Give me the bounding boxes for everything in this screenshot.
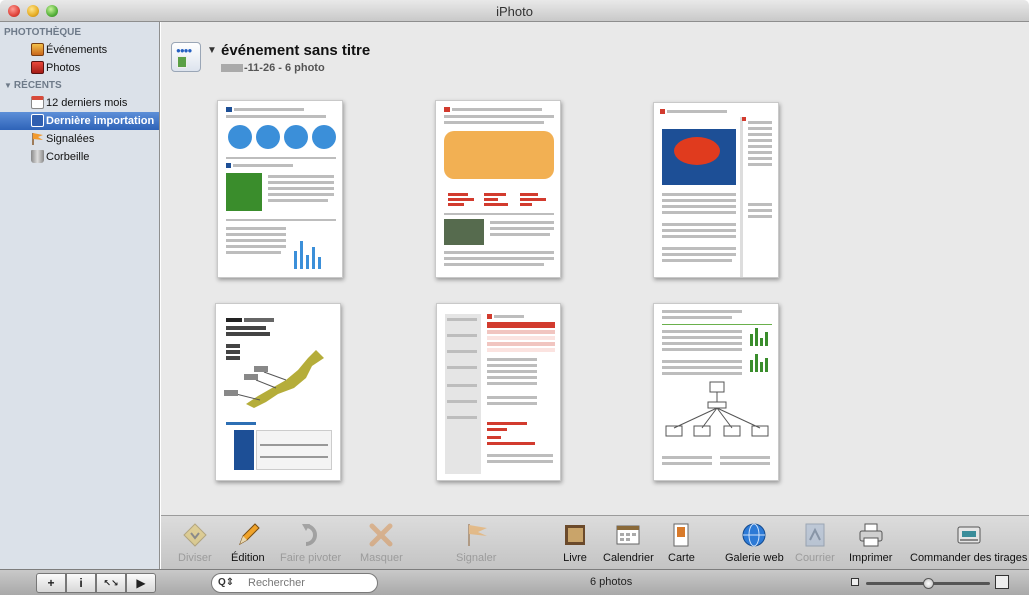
event-header: ●●●● ▼ événement sans titre -11-26 - 6 p… — [161, 22, 1029, 74]
toolbar-label: Masquer — [360, 552, 403, 564]
calendar-button[interactable]: Calendrier — [603, 522, 654, 564]
toolbar-label: Imprimer — [849, 552, 893, 564]
book-button[interactable]: Livre — [562, 522, 588, 564]
print-button[interactable]: Imprimer — [849, 522, 892, 564]
hide-x-icon — [368, 522, 394, 548]
events-icon — [31, 43, 44, 56]
order-prints-button[interactable]: Commander des tirages — [910, 522, 1027, 564]
photo-thumbnail[interactable] — [215, 303, 341, 481]
large-thumbnail-icon[interactable] — [995, 575, 1009, 589]
library-header: PHOTOTHÈQUE — [4, 27, 82, 38]
photo-count: 6 photos — [590, 576, 633, 588]
photo-thumbnail[interactable] — [653, 102, 779, 278]
import-icon — [31, 114, 44, 127]
edit-button[interactable]: Édition — [231, 522, 265, 564]
info-button[interactable]: i — [66, 573, 96, 593]
source-list: PHOTOTHÈQUE Événements Photos ▼ RÉCENTS 1… — [0, 22, 160, 569]
toolbar-label: Courrier — [795, 552, 835, 564]
trash-icon — [31, 150, 44, 163]
sidebar-item-label: Dernière importation — [46, 115, 155, 127]
zoom-slider[interactable] — [866, 578, 990, 589]
sidebar-item-label: Photos — [46, 62, 81, 74]
event-key-photo-icon[interactable]: ●●●● — [171, 42, 201, 72]
printer-icon — [858, 522, 884, 548]
split-icon — [182, 522, 208, 548]
small-thumbnail-icon[interactable] — [851, 578, 859, 586]
flag-icon — [463, 522, 489, 548]
photo-thumbnail[interactable] — [217, 100, 343, 278]
zoom-slider-knob[interactable] — [923, 578, 934, 589]
mail-icon — [802, 522, 828, 548]
hide-button[interactable]: Masquer — [360, 522, 403, 564]
bottom-toolbar: Diviser Édition Faire pivoter Masquer Si… — [161, 515, 1029, 569]
recents-header[interactable]: ▼ RÉCENTS — [0, 77, 159, 94]
toolbar-label: Commander des tirages — [910, 552, 1028, 564]
flag-button[interactable]: Signaler — [456, 522, 496, 564]
sidebar-item-label: Signalées — [46, 133, 95, 145]
book-icon — [562, 522, 588, 548]
order-prints-icon — [956, 522, 982, 548]
disclosure-triangle-icon[interactable]: ▼ — [4, 77, 12, 94]
event-date-count: -11-26 - 6 photo — [244, 62, 325, 74]
search-input[interactable] — [248, 576, 370, 590]
title-bar: iPhoto — [0, 0, 1029, 22]
sidebar-item-photos[interactable]: Photos — [0, 59, 159, 77]
add-button[interactable]: + — [36, 573, 66, 593]
sidebar-item-label: Événements — [46, 44, 108, 56]
toolbar-label: Diviser — [178, 552, 212, 564]
photo-thumbnail[interactable] — [436, 303, 561, 481]
event-subtitle: -11-26 - 6 photo — [221, 62, 325, 74]
sidebar-item-label: Corbeille — [46, 151, 90, 163]
toolbar-label: Livre — [563, 552, 587, 564]
slideshow-button[interactable]: ▶ — [126, 573, 156, 593]
card-button[interactable]: Carte — [668, 522, 695, 564]
flag-icon — [31, 132, 44, 145]
rotate-button[interactable]: Faire pivoter — [280, 522, 341, 564]
card-icon — [668, 522, 694, 548]
photo-browser: ●●●● ▼ événement sans titre -11-26 - 6 p… — [161, 22, 1029, 515]
split-button[interactable]: Diviser — [178, 522, 212, 564]
event-disclosure-triangle-icon[interactable]: ▼ — [207, 45, 217, 56]
rotate-icon — [298, 522, 324, 548]
toolbar-label: Faire pivoter — [280, 552, 342, 564]
sidebar-item-events[interactable]: Événements — [0, 41, 159, 59]
globe-icon — [741, 522, 767, 548]
calendar-icon — [615, 522, 641, 548]
fullscreen-button[interactable]: ↖↘ — [96, 573, 126, 593]
photo-thumbnail[interactable] — [435, 100, 561, 278]
web-gallery-button[interactable]: Galerie web — [725, 522, 784, 564]
mail-button[interactable]: Courrier — [795, 522, 835, 564]
redacted-date — [221, 64, 243, 73]
sidebar-item-flagged[interactable]: Signalées — [0, 130, 159, 148]
search-field[interactable]: Q⇕ — [211, 573, 378, 593]
recents-header-label: RÉCENTS — [13, 80, 62, 91]
window-title: iPhoto — [496, 4, 533, 19]
sidebar-item-trash[interactable]: Corbeille — [0, 148, 159, 166]
photo-thumbnail[interactable] — [653, 303, 779, 481]
toolbar-label: Calendrier — [603, 552, 654, 564]
sidebar-item-label: 12 derniers mois — [46, 97, 128, 109]
toolbar-label: Carte — [668, 552, 695, 564]
toolbar-label: Signaler — [456, 552, 497, 564]
photos-icon — [31, 61, 44, 74]
toolbar-label: Édition — [231, 552, 265, 564]
search-icon[interactable]: Q⇕ — [218, 577, 234, 588]
sidebar-item-last-import[interactable]: Dernière importation — [0, 112, 159, 130]
pencil-icon — [235, 522, 261, 548]
sidebar-item-last-12-months[interactable]: 12 derniers mois — [0, 94, 159, 112]
calendar-icon — [31, 96, 44, 109]
toolbar-label: Galerie web — [725, 552, 784, 564]
event-title[interactable]: événement sans titre — [221, 42, 370, 59]
status-bar: + i ↖↘ ▶ Q⇕ 6 photos — [0, 569, 1029, 595]
